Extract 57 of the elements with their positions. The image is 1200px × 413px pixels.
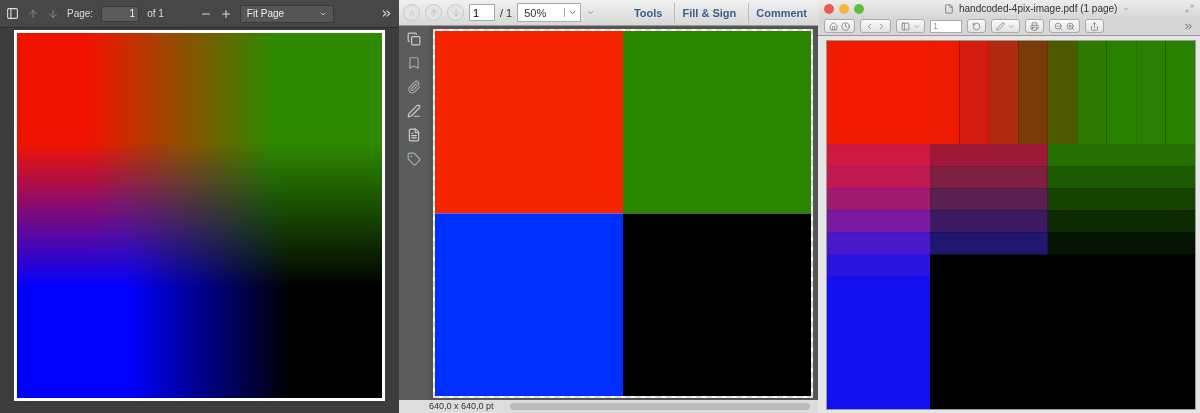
panel-tab[interactable]: Comment	[748, 2, 814, 23]
zoom-in-icon	[1066, 21, 1075, 31]
home-button[interactable]	[824, 19, 855, 34]
caret-icon	[913, 22, 920, 30]
zoom-button[interactable]	[854, 3, 864, 14]
page-number-field[interactable]: 1	[101, 5, 140, 22]
page-count: of 1	[147, 8, 164, 19]
rotate-button[interactable]	[967, 19, 986, 34]
home-icon	[829, 21, 838, 31]
arrow-up-icon	[428, 7, 439, 18]
share-button[interactable]	[1085, 19, 1104, 34]
document-icon[interactable]	[407, 128, 421, 142]
arrow-down-icon	[450, 7, 461, 18]
toolbar-menu-icon[interactable]	[586, 8, 596, 17]
page-label: Page:	[67, 8, 94, 19]
share-icon	[1090, 21, 1099, 31]
sidebar-icon	[901, 21, 910, 31]
previous-page-icon[interactable]	[27, 7, 39, 20]
caret-icon	[568, 8, 578, 17]
zoom-field[interactable]: 50%	[517, 3, 582, 22]
print-button[interactable]	[1025, 19, 1044, 34]
signature-icon[interactable]	[407, 104, 421, 118]
chevron-right-icon	[877, 21, 886, 31]
previous-page-button[interactable]	[425, 4, 442, 21]
page-navigation-button[interactable]	[860, 19, 891, 34]
zoom-button-group[interactable]	[1049, 19, 1080, 34]
sidebar-toggle-icon[interactable]	[6, 7, 19, 20]
first-page-button[interactable]	[403, 4, 420, 21]
rotate-icon	[972, 21, 981, 31]
clock-icon	[841, 21, 850, 31]
zoom-in-icon[interactable]	[219, 7, 232, 20]
pen-icon	[996, 21, 1005, 31]
panel-tab[interactable]: Tools	[626, 2, 670, 23]
page-count: / 1	[500, 6, 513, 19]
close-button[interactable]	[824, 3, 834, 14]
caret-icon	[1008, 22, 1015, 30]
attachment-icon[interactable]	[407, 80, 421, 94]
minimize-button[interactable]	[839, 3, 849, 14]
page-number-field[interactable]: 1	[469, 4, 495, 21]
zoom-out-icon	[1054, 21, 1063, 31]
bookmark-icon[interactable]	[407, 56, 421, 70]
pages-icon[interactable]	[407, 32, 421, 46]
next-page-icon[interactable]	[47, 7, 59, 20]
printer-icon	[1030, 21, 1039, 31]
double-chevron-up-icon	[406, 7, 417, 18]
panel-tab[interactable]: Fill & Sign	[674, 2, 744, 23]
zoom-select[interactable]: Fit Page	[239, 4, 334, 23]
fullscreen-icon[interactable]	[1185, 4, 1194, 14]
more-tools-icon[interactable]	[380, 7, 393, 20]
next-page-button[interactable]	[447, 4, 464, 21]
document-icon	[944, 3, 954, 14]
tag-icon[interactable]	[407, 152, 421, 166]
page-size: 640,0 x 640,0 pt	[429, 401, 494, 412]
window-title: handcoded-4pix-image.pdf (1 page)	[959, 3, 1118, 15]
sidebar-button[interactable]	[896, 19, 925, 34]
markup-button[interactable]	[991, 19, 1020, 34]
chevron-left-icon	[865, 21, 874, 31]
